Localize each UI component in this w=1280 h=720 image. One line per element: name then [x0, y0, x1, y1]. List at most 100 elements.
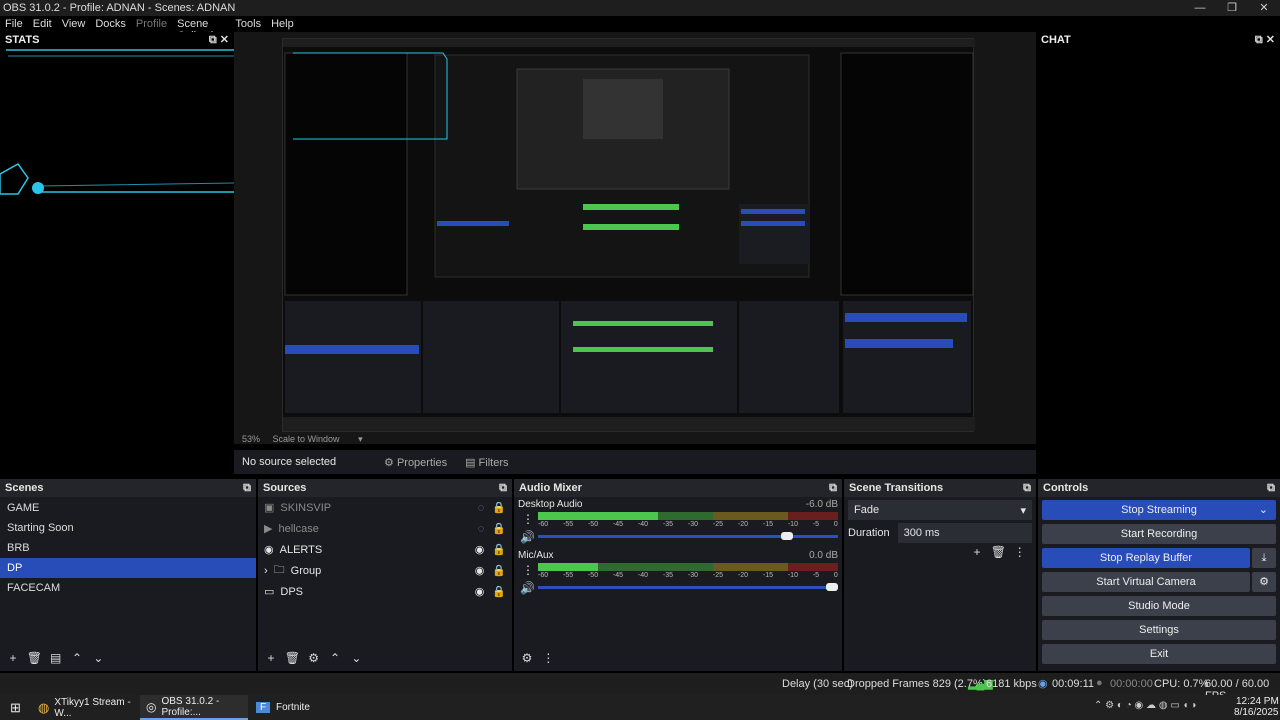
- stop-streaming-label: Stop Streaming: [1121, 504, 1197, 516]
- menu-edit[interactable]: Edit: [28, 16, 57, 32]
- speaker-icon[interactable]: 🔊: [520, 581, 535, 595]
- kebab-menu-icon[interactable]: ⋮: [522, 512, 534, 526]
- lock-icon[interactable]: 🔒: [492, 543, 506, 556]
- menu-profile[interactable]: Profile: [131, 16, 172, 32]
- source-item[interactable]: ▭ DPS ◉ 🔒: [258, 581, 512, 602]
- save-replay-icon[interactable]: ⤓: [1252, 548, 1276, 568]
- speaker-icon[interactable]: 🔊: [520, 530, 535, 544]
- studio-mode-button[interactable]: Studio Mode: [1042, 596, 1276, 616]
- scale-mode[interactable]: Scale to Window: [273, 434, 340, 444]
- stop-streaming-button[interactable]: Stop Streaming ⌄: [1042, 500, 1276, 520]
- filter-icon[interactable]: ▤: [47, 651, 65, 665]
- eye-icon[interactable]: ◉: [475, 564, 485, 577]
- float-icon[interactable]: ⧉: [499, 482, 507, 495]
- audio-toolbar: ⚙ ⋮: [518, 651, 557, 665]
- minimize-button[interactable]: —: [1184, 0, 1216, 16]
- volume-slider[interactable]: [538, 532, 838, 540]
- audio-channel: Mic/Aux 0.0 dB ⋮ -60 -55 -50 -45 -40 -35 -30 -2…: [518, 550, 838, 595]
- menu-view[interactable]: View: [57, 16, 91, 32]
- scene-item[interactable]: GAME: [0, 498, 256, 518]
- source-item[interactable]: ▣ SKINSVIP ◌ 🔒: [258, 497, 512, 518]
- menu-docks[interactable]: Docks: [90, 16, 131, 32]
- menu-file[interactable]: File: [0, 16, 28, 32]
- lock-icon[interactable]: 🔒: [492, 522, 506, 535]
- move-down-icon[interactable]: ⌄: [347, 651, 365, 665]
- add-icon[interactable]: +: [262, 651, 280, 665]
- preview-area[interactable]: 53% Scale to Window ▾: [234, 32, 1036, 444]
- scale-tick: -60: [538, 572, 549, 579]
- kebab-menu-icon[interactable]: ⋮: [522, 563, 534, 577]
- eye-icon[interactable]: ◉: [475, 585, 485, 598]
- channel-name: Mic/Aux: [518, 550, 554, 561]
- chevron-down-icon[interactable]: ⌄: [1259, 500, 1268, 520]
- scale-tick: -20: [737, 521, 748, 528]
- scale-tick: -40: [637, 521, 649, 528]
- start-virtual-camera-button[interactable]: Start Virtual Camera: [1042, 572, 1250, 592]
- trash-icon[interactable]: 🗑: [283, 651, 301, 665]
- gear-icon[interactable]: ⚙: [305, 651, 323, 665]
- exit-button[interactable]: Exit: [1042, 644, 1276, 664]
- trash-icon[interactable]: 🗑: [25, 651, 43, 665]
- scale-tick: -5: [812, 572, 820, 579]
- menu-tools[interactable]: Tools: [230, 16, 266, 32]
- move-up-icon[interactable]: ⌃: [326, 651, 344, 665]
- scene-item[interactable]: BRB: [0, 538, 256, 558]
- menu-scene-collection[interactable]: Scene Collection: [172, 16, 230, 42]
- duration-input[interactable]: 300 ms: [897, 523, 1032, 543]
- scene-item-selected[interactable]: DP: [0, 558, 256, 578]
- scene-item[interactable]: Starting Soon: [0, 518, 256, 538]
- fortnite-icon: F: [256, 702, 270, 713]
- add-icon[interactable]: +: [968, 545, 986, 559]
- taskbar-app[interactable]: ◍ XTikyy1 Stream - W...: [38, 695, 138, 720]
- lock-icon[interactable]: 🔒: [492, 501, 506, 514]
- scene-transitions-panel: Scene Transitions ⧉ Fade ▾ Duration 300 ms…: [844, 479, 1036, 671]
- add-icon[interactable]: +: [4, 651, 22, 665]
- lock-icon[interactable]: 🔒: [492, 585, 506, 598]
- taskbar-app[interactable]: F Fortnite: [252, 695, 332, 720]
- volume-slider-handle[interactable]: [826, 583, 838, 591]
- lock-icon[interactable]: 🔒: [492, 564, 506, 577]
- source-item[interactable]: ◉ ALERTS ◉ 🔒: [258, 539, 512, 560]
- volume-slider-handle[interactable]: [781, 532, 793, 540]
- system-tray-icons[interactable]: ⌃ ⚙ ◐ ◔ ◉ ☁ ◍ ▭ ◖ ◗: [1094, 700, 1197, 711]
- float-icon[interactable]: ⧉: [1267, 482, 1275, 495]
- source-toolbar: No source selected ⚙ Properties ▤ Filter…: [234, 450, 1036, 474]
- stop-replay-buffer-button[interactable]: Stop Replay Buffer: [1042, 548, 1250, 568]
- kebab-menu-icon[interactable]: ⋮: [1011, 545, 1029, 559]
- filters-button[interactable]: ▤ Filters: [465, 456, 508, 469]
- menu-help[interactable]: Help: [266, 16, 299, 32]
- source-item[interactable]: ▶ hellcase ◌ 🔒: [258, 518, 512, 539]
- settings-button[interactable]: Settings: [1042, 620, 1276, 640]
- close-icon[interactable]: ✕: [1266, 33, 1275, 46]
- properties-button[interactable]: ⚙ Properties: [384, 456, 447, 469]
- scale-tick: -5: [812, 521, 820, 528]
- scale-dropdown-icon[interactable]: ▾: [358, 434, 363, 444]
- float-icon[interactable]: ⧉: [243, 482, 251, 495]
- eye-hidden-icon[interactable]: ◌: [478, 523, 485, 535]
- transition-select[interactable]: Fade ▾: [848, 500, 1032, 520]
- volume-slider[interactable]: [538, 583, 838, 591]
- eye-hidden-icon[interactable]: ◌: [478, 502, 485, 514]
- close-button[interactable]: ✕: [1248, 0, 1280, 16]
- float-icon[interactable]: ⧉: [1023, 482, 1031, 495]
- float-icon[interactable]: ⧉: [829, 482, 837, 495]
- start-recording-button[interactable]: Start Recording: [1042, 524, 1276, 544]
- audio-channel: Desktop Audio -6.0 dB ⋮ -60 -55 -50 -45 -40-…: [518, 499, 838, 544]
- gear-icon[interactable]: ⚙: [1252, 572, 1276, 592]
- kebab-menu-icon[interactable]: ⋮: [539, 651, 557, 665]
- expand-icon[interactable]: ›: [264, 565, 268, 577]
- trash-icon[interactable]: 🗑: [989, 545, 1007, 559]
- eye-icon[interactable]: ◉: [475, 543, 485, 556]
- taskbar-app-active[interactable]: ◎ OBS 31.0.2 - Profile:...: [140, 695, 248, 720]
- advanced-audio-icon[interactable]: ⚙: [518, 651, 536, 665]
- source-item[interactable]: › 🗀 Group ◉ 🔒: [258, 560, 512, 581]
- scene-item[interactable]: FACECAM: [0, 578, 256, 598]
- move-up-icon[interactable]: ⌃: [68, 651, 86, 665]
- maximize-button[interactable]: ❐: [1216, 0, 1248, 16]
- move-down-icon[interactable]: ⌄: [89, 651, 107, 665]
- channel-db: -6.0 dB: [805, 499, 838, 510]
- close-icon[interactable]: ✕: [220, 33, 229, 46]
- float-icon[interactable]: ⧉: [1255, 34, 1263, 47]
- level-meter: [538, 512, 838, 520]
- windows-start-icon[interactable]: ⊞: [10, 700, 21, 716]
